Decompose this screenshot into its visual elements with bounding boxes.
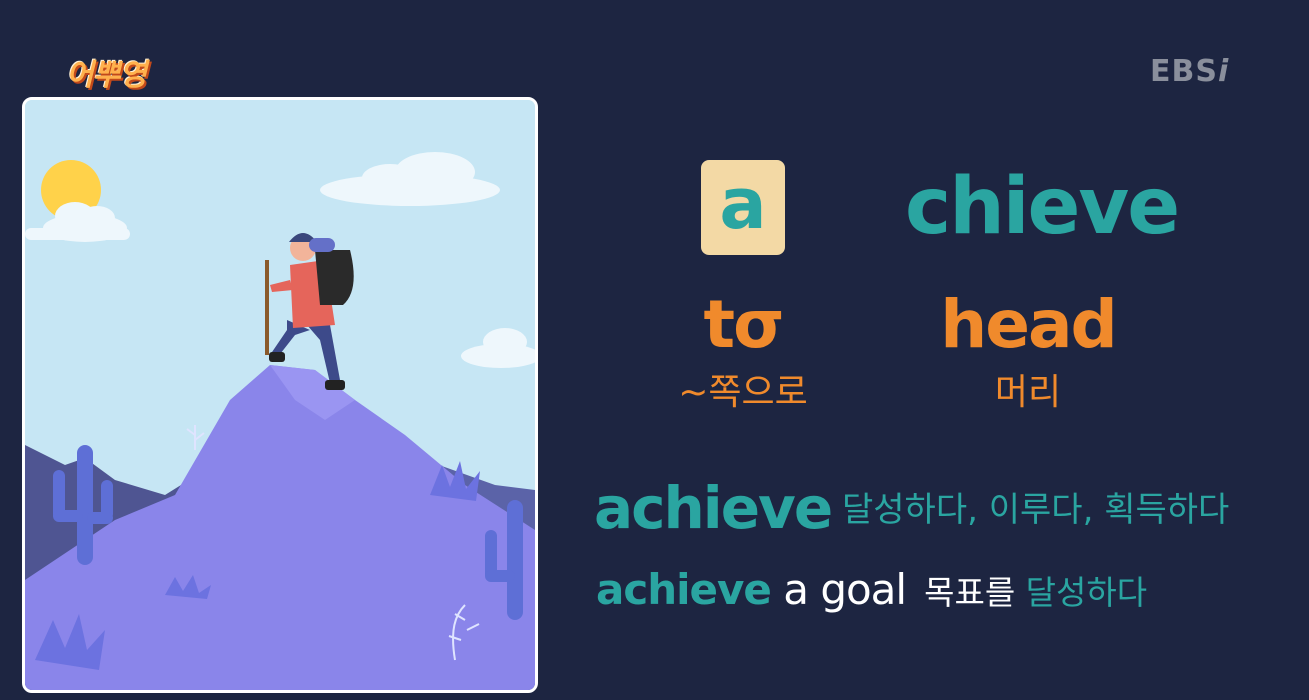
channel-logo-suffix: i bbox=[1217, 54, 1230, 89]
show-logo: 어뿌영 bbox=[66, 58, 147, 93]
channel-logo: EBSi bbox=[1150, 54, 1229, 89]
example-sentence: achieve a goal 목표를 달성하다 bbox=[596, 560, 1147, 629]
example-translation: 목표를 bbox=[924, 573, 1026, 612]
word-root: chieve bbox=[905, 162, 1180, 252]
root-meaning-en: head bbox=[940, 286, 1118, 363]
root-meaning-ko: 머리 bbox=[994, 372, 1062, 413]
prefix-meaning-ko: ~쪽으로 bbox=[678, 372, 808, 413]
vocabulary-definition: 달성하다, 이루다, 획득하다 bbox=[842, 490, 1230, 530]
word-prefix: a bbox=[719, 163, 767, 245]
hiker-on-mountain-icon bbox=[22, 97, 538, 693]
prefix-meaning-en: tσ bbox=[703, 286, 785, 363]
example-word: achieve bbox=[596, 565, 772, 614]
channel-logo-main: EBS bbox=[1150, 54, 1218, 89]
example-rest: a goal bbox=[770, 565, 907, 614]
vocabulary-word: achieve bbox=[594, 474, 833, 542]
example-translation-highlight: 달성하다 bbox=[1025, 573, 1148, 612]
